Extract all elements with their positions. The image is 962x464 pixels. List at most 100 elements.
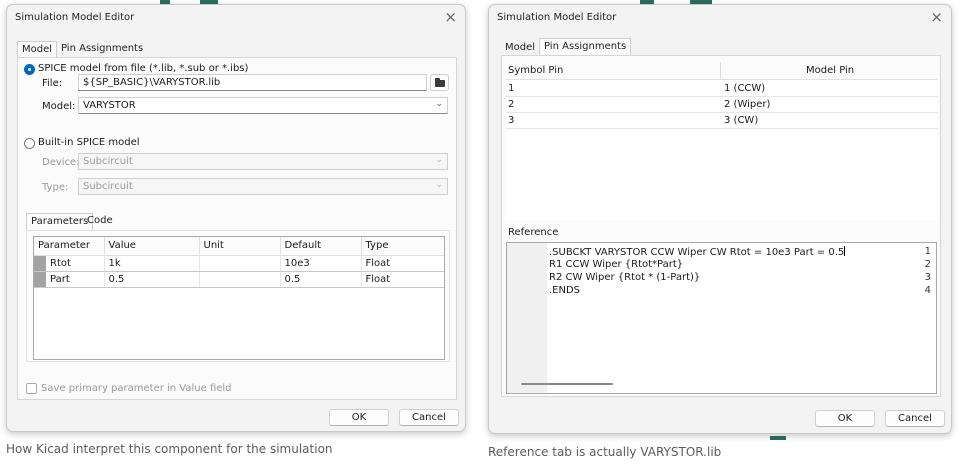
row-handle bbox=[34, 255, 46, 270]
ok-button[interactable]: OK bbox=[815, 410, 875, 427]
unit-cell[interactable] bbox=[199, 271, 281, 288]
line-number: 4 bbox=[924, 285, 931, 296]
default-cell: 10e3 bbox=[280, 255, 362, 272]
pin-header-row: Symbol Pin Model Pin bbox=[506, 62, 937, 80]
tab-pin-assignments[interactable]: Pin Assignments bbox=[57, 41, 147, 58]
default-cell: 0.5 bbox=[280, 271, 362, 288]
device-label: Device: bbox=[42, 157, 80, 168]
code-line-text: .SUBCKT VARYSTOR CCW Wiper CW Rtot = 10e… bbox=[549, 247, 845, 258]
inner-tabs: Parameters Code bbox=[26, 213, 226, 230]
column-header[interactable]: Symbol Pin bbox=[508, 62, 563, 80]
window-title: Simulation Model Editor bbox=[497, 12, 617, 23]
spice-file-option-label[interactable]: SPICE model from file (*.lib, *.sub or *… bbox=[38, 63, 248, 74]
close-icon[interactable]: × bbox=[930, 8, 943, 26]
column-header[interactable]: Type bbox=[361, 237, 444, 256]
symbol-pin-cell: 2 bbox=[508, 99, 515, 110]
browse-file-button[interactable] bbox=[430, 74, 449, 91]
title-bar: Simulation Model Editor × bbox=[489, 5, 951, 31]
parameters-header-row: Parameter Value Unit Default Type bbox=[34, 237, 444, 256]
model-pin-cell[interactable]: 1 (CCW) bbox=[724, 81, 765, 97]
column-divider bbox=[720, 62, 721, 80]
line-number-gutter bbox=[507, 243, 547, 393]
parameter-name: Rtot bbox=[50, 257, 71, 269]
unit-cell[interactable] bbox=[199, 255, 281, 272]
model-select-value: VARYSTOR bbox=[83, 100, 136, 111]
radio-selected-icon[interactable] bbox=[24, 64, 35, 75]
parameter-cell[interactable]: Part bbox=[34, 271, 105, 288]
pin-assignments-panel: Symbol Pin Model Pin 1 1 (CCW) 2 2 (Wipe… bbox=[501, 55, 941, 397]
horizontal-scrollbar[interactable] bbox=[521, 383, 613, 385]
chevron-down-icon: ⌄ bbox=[435, 99, 443, 109]
type-cell: Float bbox=[361, 255, 444, 272]
table-row[interactable]: 3 3 (CW) bbox=[506, 113, 937, 129]
line-number: 1 bbox=[924, 246, 931, 257]
symbol-pin-cell: 3 bbox=[508, 115, 515, 126]
file-path-value: ${SP_BASIC}\VARYSTOR.lib bbox=[83, 77, 221, 88]
type-label: Type: bbox=[42, 182, 69, 193]
close-icon[interactable]: × bbox=[444, 8, 457, 26]
chevron-down-icon: ⌄ bbox=[435, 180, 443, 190]
folder-icon bbox=[435, 78, 445, 87]
model-select[interactable]: VARYSTOR ⌄ bbox=[78, 97, 448, 114]
device-select[interactable]: Subcircuit ⌄ bbox=[78, 153, 448, 170]
tab-model[interactable]: Model bbox=[17, 41, 58, 58]
ok-button[interactable]: OK bbox=[329, 409, 389, 426]
symbol-pin-cell: 1 bbox=[508, 83, 515, 94]
simulation-model-editor-dialog: Simulation Model Editor × Model Pin Assi… bbox=[488, 4, 952, 434]
model-label: Model: bbox=[42, 101, 76, 112]
reference-code-editor[interactable]: 1 .SUBCKT VARYSTOR CCW Wiper CW Rtot = 1… bbox=[506, 242, 937, 394]
parameter-cell[interactable]: Rtot bbox=[34, 255, 105, 272]
parameter-name: Part bbox=[50, 273, 70, 285]
model-pin-cell[interactable]: 2 (Wiper) bbox=[724, 97, 770, 113]
chevron-down-icon: ⌄ bbox=[435, 155, 443, 165]
column-header[interactable]: Parameter bbox=[34, 237, 105, 256]
left-caption: How Kicad interpret this component for t… bbox=[6, 442, 333, 456]
file-path-field[interactable]: ${SP_BASIC}\VARYSTOR.lib bbox=[78, 74, 427, 91]
save-primary-parameter-label[interactable]: Save primary parameter in Value field bbox=[41, 383, 232, 394]
table-row[interactable]: Rtot 1k 10e3 Float bbox=[34, 255, 444, 272]
cancel-button[interactable]: Cancel bbox=[399, 409, 459, 426]
parameters-grid: Parameter Value Unit Default Type Rtot 1… bbox=[33, 236, 445, 360]
column-header[interactable]: Model Pin bbox=[806, 62, 854, 80]
device-select-value: Subcircuit bbox=[83, 156, 133, 167]
file-label: File: bbox=[42, 78, 63, 89]
type-select-value: Subcircuit bbox=[83, 181, 133, 192]
checkbox-icon[interactable] bbox=[26, 383, 37, 394]
type-select[interactable]: Subcircuit ⌄ bbox=[78, 178, 448, 195]
column-header[interactable]: Value bbox=[104, 237, 200, 256]
model-pin-cell[interactable]: 3 (CW) bbox=[724, 113, 758, 129]
code-line: .SUBCKT VARYSTOR CCW Wiper CW Rtot = 10e… bbox=[549, 246, 846, 258]
model-panel: SPICE model from file (*.lib, *.sub or *… bbox=[17, 57, 457, 400]
value-cell[interactable]: 0.5 bbox=[104, 271, 200, 288]
table-row[interactable]: Part 0.5 0.5 Float bbox=[34, 271, 444, 288]
main-tabs: Model Pin Assignments bbox=[17, 41, 217, 58]
pin-table: Symbol Pin Model Pin 1 1 (CCW) 2 2 (Wipe… bbox=[506, 62, 937, 220]
simulation-model-editor-dialog: Simulation Model Editor × Model Pin Assi… bbox=[6, 4, 466, 432]
value-cell[interactable]: 1k bbox=[104, 255, 200, 272]
background-art bbox=[770, 436, 786, 440]
code-line: R2 CW Wiper {Rtot * (1-Part)} bbox=[549, 272, 701, 283]
window-title: Simulation Model Editor bbox=[15, 12, 135, 23]
title-bar: Simulation Model Editor × bbox=[7, 5, 465, 31]
column-header[interactable]: Default bbox=[280, 237, 362, 256]
tab-pin-assignments[interactable]: Pin Assignments bbox=[539, 38, 632, 55]
right-caption: Reference tab is actually VARYSTOR.lib bbox=[488, 445, 722, 459]
radio-icon[interactable] bbox=[24, 138, 35, 149]
table-row[interactable]: 1 1 (CCW) bbox=[506, 81, 937, 97]
main-tabs: Model Pin Assignments bbox=[501, 38, 701, 55]
table-row[interactable]: 2 2 (Wiper) bbox=[506, 97, 937, 113]
line-number: 2 bbox=[924, 259, 931, 270]
tab-code[interactable]: Code bbox=[83, 213, 117, 230]
column-header[interactable]: Unit bbox=[199, 237, 281, 256]
type-cell: Float bbox=[361, 271, 444, 288]
parameters-panel: Parameter Value Unit Default Type Rtot 1… bbox=[26, 230, 450, 362]
code-line: .ENDS bbox=[549, 285, 581, 296]
reference-label: Reference bbox=[508, 227, 559, 238]
row-handle bbox=[34, 271, 46, 286]
code-line: R1 CCW Wiper {Rtot*Part} bbox=[549, 259, 684, 270]
text-caret bbox=[844, 246, 846, 256]
parameters-table: Parameter Value Unit Default Type Rtot 1… bbox=[34, 237, 444, 288]
line-number: 3 bbox=[924, 272, 931, 283]
builtin-option-label[interactable]: Built-in SPICE model bbox=[38, 137, 140, 148]
cancel-button[interactable]: Cancel bbox=[885, 410, 945, 427]
